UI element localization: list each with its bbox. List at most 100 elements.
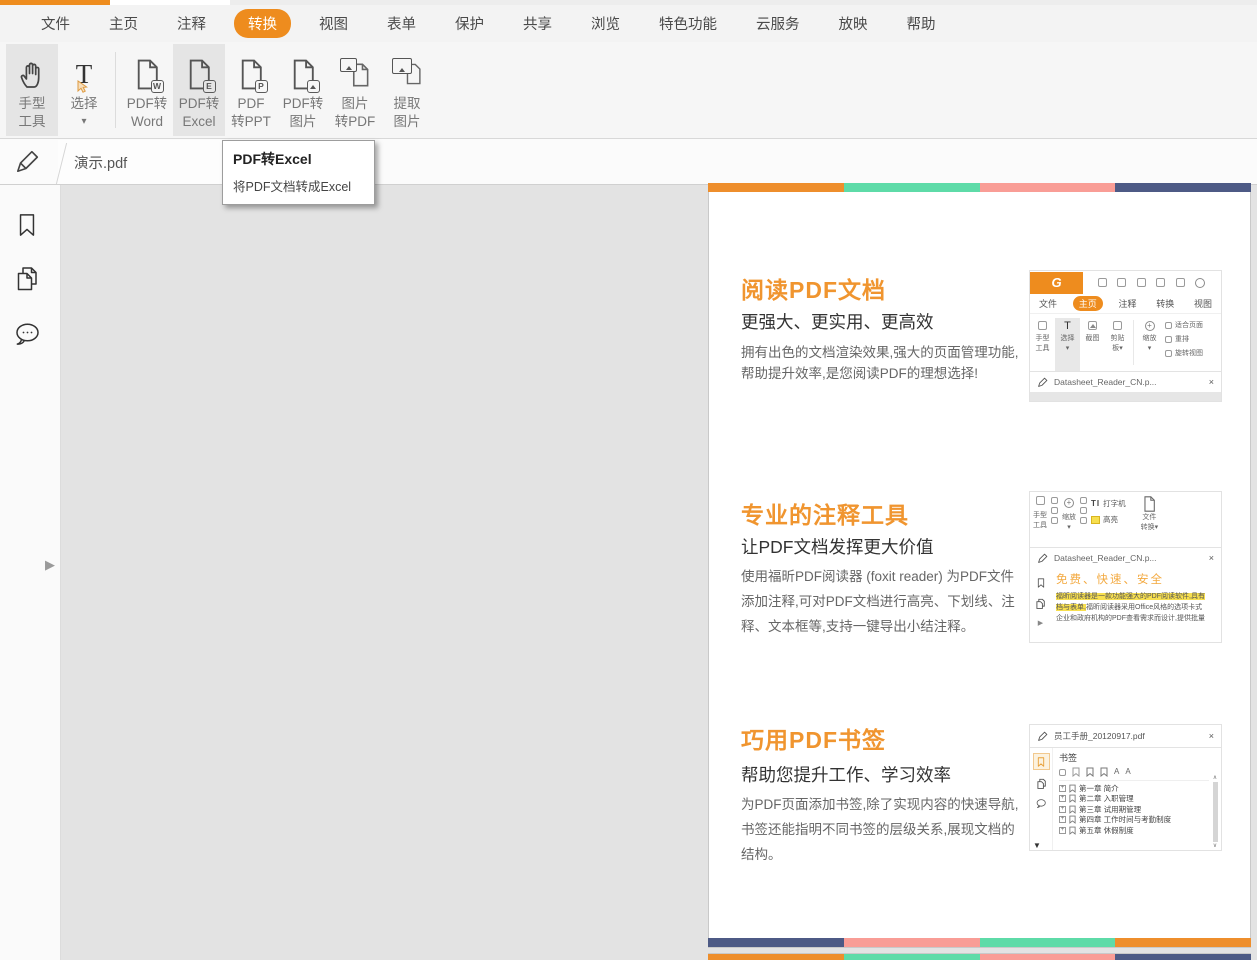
convert-ribbon-toolbar: 手型 工具 T 选择 ▾ W PDF转 Word E PDF转 Excel P … <box>0 42 1257 139</box>
section3-subtitle: 帮助您提升工作、学习效率 <box>741 765 951 785</box>
bookmarks-panel-button[interactable] <box>11 209 43 241</box>
section1-body: 拥有出色的文档渲染效果,强大的页面管理功能,帮助提升效率,是您阅读PDF的理想选… <box>741 345 1019 381</box>
mini-sidebar: ▶ <box>1030 568 1051 642</box>
typewriter-icon: TI <box>1091 499 1101 508</box>
extract-image-label-2: 图片 <box>393 114 421 129</box>
menu-features[interactable]: 特色功能 <box>659 13 717 34</box>
menu-convert-active[interactable]: 转换 <box>234 9 291 38</box>
mini-document-tab: Datasheet_Reader_CN.p... × <box>1030 371 1221 392</box>
menu-help[interactable]: 帮助 <box>907 13 936 34</box>
menu-share[interactable]: 共享 <box>523 13 552 34</box>
annotate-pencil-button[interactable] <box>10 147 44 177</box>
pdf-to-word-label-1: PDF转 <box>126 96 168 111</box>
foxit-logo-icon: G <box>1030 271 1083 294</box>
hand-tool-label-2: 工具 <box>18 114 46 129</box>
tooltip-title: PDF转Excel <box>233 151 312 167</box>
pdf-to-word-icon: W <box>135 53 164 95</box>
pdf-to-image-label-1: PDF转 <box>282 96 324 111</box>
pdf-to-word-label-2: Word <box>130 114 163 129</box>
undo-icon <box>1195 277 1206 288</box>
menu-present[interactable]: 放映 <box>839 13 868 34</box>
section3-title: 巧用PDF书签 <box>741 727 886 753</box>
close-icon: × <box>1208 377 1214 387</box>
mini-toolbar: 手型 工具 T 选择 ▾ 截图 剪贴 板▾ + 缩放 ▾ 适合页面 重排 旋转视图 <box>1030 313 1221 371</box>
document-workspace: ▶ 阅读PDF文档 更强大、更实用、更高效 拥有出色的文档渲染效果,强大的页面管… <box>0 183 1257 960</box>
mini-sidebar: ▼ <box>1030 748 1053 850</box>
page-bottom-stripe <box>708 938 1251 947</box>
bookmark-icon <box>19 214 35 236</box>
page2-top-stripe <box>708 954 1251 960</box>
menu-form[interactable]: 表单 <box>387 13 416 34</box>
pdf-to-ppt-label-2: 转PPT <box>231 114 271 129</box>
tooltip-body: 将PDF文档转成Excel <box>233 180 352 194</box>
pencil-icon <box>1038 731 1048 741</box>
annotation-screenshot-thumbnail: 手型 工具 + 缩放 ▾ TI 打字机 高亮 文件 转换▾ Datasheet_Reade… <box>1029 491 1222 643</box>
mail-icon <box>1156 278 1166 287</box>
hand-tool-button[interactable]: 手型 工具 <box>6 44 58 136</box>
bookmark-list: + 第一章 简介 + 第二章 入职管理 + 第三章 试用期管理 + 第四章 工作时间与考… <box>1059 783 1172 835</box>
pdf-to-excel-tooltip: PDF转Excel 将PDF文档转成Excel <box>222 140 375 205</box>
mini-scrollbar: ∧ ∨ <box>1211 775 1219 849</box>
section2-body: 使用福昕PDF阅读器 (foxit reader) 为PDF文件添加注释,可对P… <box>741 569 1015 634</box>
pdf-to-excel-icon: E <box>187 53 216 95</box>
extract-image-button[interactable]: 提取 图片 <box>381 44 433 136</box>
pdf-to-image-label-2: 图片 <box>289 114 317 129</box>
hand-tool-label-1: 手型 <box>18 96 46 111</box>
select-tool-label: 选择 <box>70 96 98 111</box>
print-icon <box>1136 278 1146 287</box>
select-tool-button[interactable]: T 选择 ▾ <box>58 44 110 136</box>
scroll-up-icon: ∧ <box>1212 775 1218 781</box>
extract-image-label-1: 提取 <box>393 96 421 111</box>
pages-icon <box>1036 778 1046 789</box>
sidebar-expand-handle[interactable]: ▶ <box>45 557 55 573</box>
menu-home[interactable]: 主页 <box>109 13 138 34</box>
comment-icon <box>1036 799 1046 808</box>
scroll-down-icon: ∨ <box>1212 843 1218 849</box>
pdf-page-2 <box>708 953 1251 960</box>
pages-icon <box>1036 598 1045 609</box>
pdf-to-excel-button[interactable]: E PDF转 Excel <box>173 44 225 136</box>
chevron-right-icon: ▶ <box>45 557 55 572</box>
image-to-pdf-button[interactable]: 图片 转PDF <box>329 44 381 136</box>
quick-access-toolbar <box>1087 277 1216 288</box>
close-icon: × <box>1208 731 1214 741</box>
pages-panel-button[interactable] <box>11 263 43 295</box>
extract-image-icon <box>392 53 422 95</box>
bookmark-screenshot-thumbnail: 员工手册_20120917.pdf × ▼ 书签 A A + 第一章 简介 + … <box>1029 724 1222 851</box>
pdf-to-ppt-button[interactable]: P PDF 转PPT <box>225 44 277 136</box>
mini-bookmark-panel: 书签 A A + 第一章 简介 + 第二章 入职管理 + 第三章 试用期管理 + 第四章… <box>1053 748 1221 850</box>
mini-view-options: 适合页面 重排 旋转视图 <box>1162 318 1221 371</box>
pdf-page-1: 阅读PDF文档 更强大、更实用、更高效 拥有出色的文档渲染效果,强大的页面管理功… <box>708 183 1251 948</box>
menu-protect[interactable]: 保护 <box>455 13 484 34</box>
pdf-to-ppt-icon: P <box>239 53 268 95</box>
menu-view[interactable]: 视图 <box>319 13 348 34</box>
section1-subtitle: 更强大、更实用、更高效 <box>741 312 934 332</box>
toolbar-separator <box>115 52 116 128</box>
select-dropdown-icon: ▾ <box>81 116 87 127</box>
section1-title: 阅读PDF文档 <box>741 277 886 303</box>
mini-menubar: 文件 主页 注释 转换 视图 <box>1030 294 1221 313</box>
menu-file[interactable]: 文件 <box>41 13 70 34</box>
menu-comment[interactable]: 注释 <box>177 13 206 34</box>
pdf-to-word-button[interactable]: W PDF转 Word <box>121 44 173 136</box>
menu-browse[interactable]: 浏览 <box>591 13 620 34</box>
bookmark-panel-title: 书签 <box>1059 753 1078 763</box>
pdf-to-image-button[interactable]: PDF转 图片 <box>277 44 329 136</box>
image-to-pdf-label-2: 转PDF <box>334 114 376 129</box>
open-icon <box>1097 278 1107 287</box>
mini-document-tab: Datasheet_Reader_CN.p... × <box>1030 547 1221 568</box>
pdf-to-ppt-label-1: PDF <box>237 96 265 111</box>
pencil-icon <box>1038 377 1048 387</box>
ribbon-menubar: 文件 主页 注释 转换 视图 表单 保护 共享 浏览 特色功能 云服务 放映 帮… <box>0 5 1257 42</box>
menu-cloud[interactable]: 云服务 <box>756 13 800 34</box>
save-icon <box>1117 278 1127 287</box>
hand-icon <box>17 53 47 95</box>
pdf-to-image-icon <box>291 53 320 95</box>
document-tab-title: 演示.pdf <box>74 155 128 172</box>
image-to-pdf-icon <box>340 53 370 95</box>
pencil-icon <box>1038 553 1048 563</box>
pdf-to-excel-label-2: Excel <box>182 114 216 129</box>
image-to-pdf-label-1: 图片 <box>341 96 369 111</box>
chevron-right-icon: ▶ <box>1037 620 1044 627</box>
comments-panel-button[interactable] <box>11 318 43 350</box>
